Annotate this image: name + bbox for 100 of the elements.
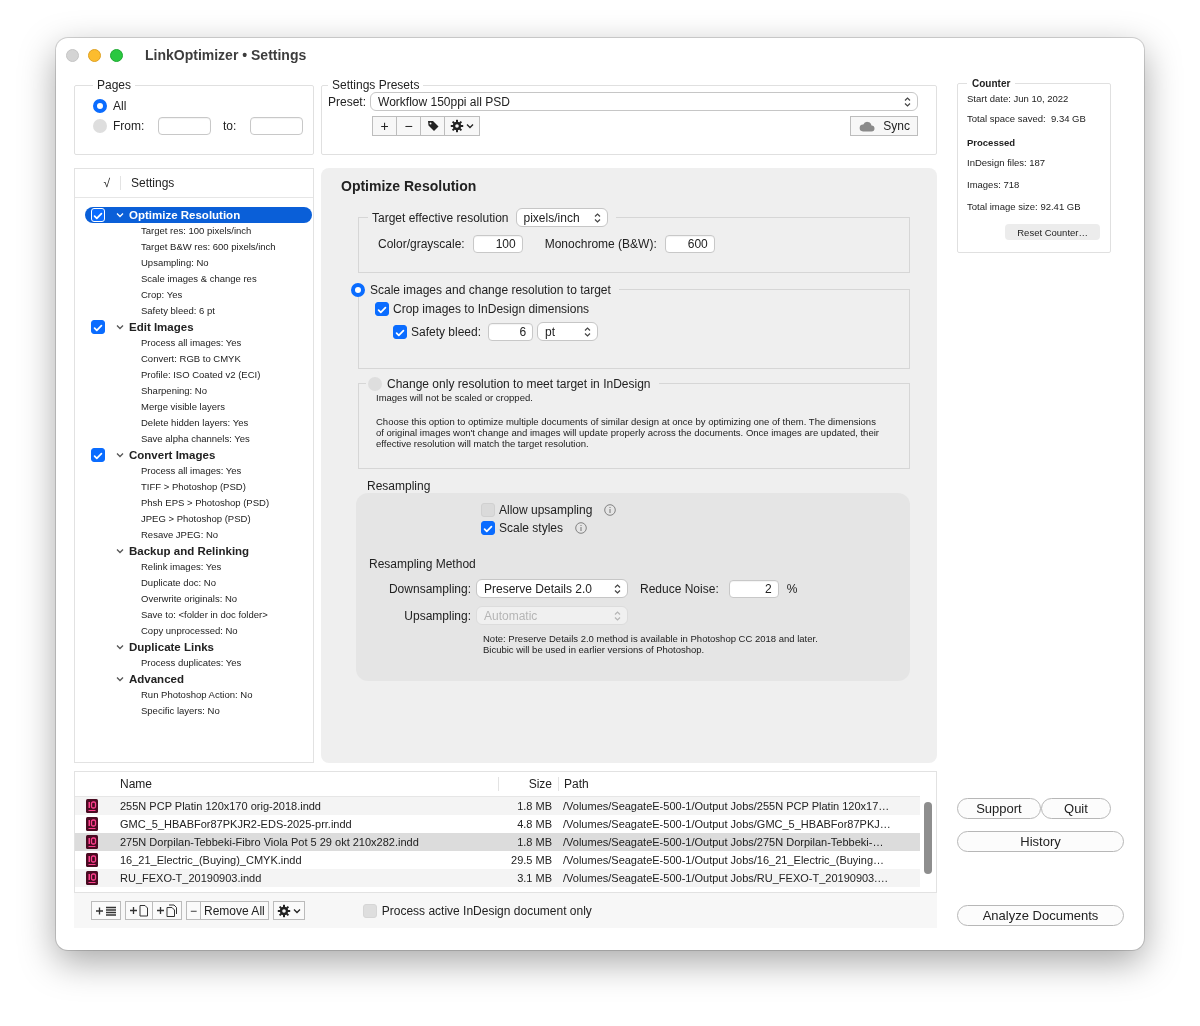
document-icon: [86, 799, 98, 813]
analyze-documents-button[interactable]: Analyze Documents: [957, 905, 1124, 926]
mono-res-field[interactable]: 600: [664, 235, 715, 254]
table-cell-text: /Volumes/SeagateE-500-1/Output Jobs/275N Dorpilan-Tebbeki-…: [562, 836, 885, 848]
group-title: Target effective resolution: [372, 210, 509, 225]
plus-list-icon: [95, 904, 117, 917]
checkbox[interactable]: [91, 448, 105, 462]
column-header[interactable]: Path: [558, 777, 920, 791]
reset-counter-button[interactable]: Reset Counter…: [1005, 224, 1100, 240]
page-to-field[interactable]: [250, 117, 303, 135]
field-label: Color/grayscale:: [378, 237, 465, 252]
field-label: Upsampling:: [403, 608, 472, 623]
radio-button[interactable]: [93, 119, 107, 133]
tree-row[interactable]: Optimize Resolution: [85, 207, 312, 223]
downsampling-dropdown[interactable]: Preserve Details 2.0: [476, 579, 628, 599]
tree-item: JPEG > Photoshop (PSD): [140, 512, 252, 526]
support-button[interactable]: Support: [957, 798, 1041, 819]
settings-menu-button[interactable]: [272, 901, 305, 920]
scrollbar-thumb[interactable]: [924, 802, 932, 874]
add-list-button[interactable]: [91, 901, 121, 920]
color-res-field[interactable]: 100: [472, 235, 523, 254]
settings-menu-button[interactable]: [444, 116, 480, 136]
table-cell-text: 3.1 MB: [516, 872, 553, 884]
table-row[interactable]: 16_21_Electric_(Buying)_CMYK.indd 29.5 MB /Volumes/SeagateE-500-1/Output Jobs/16_21_Electric_(Buying…: [75, 851, 920, 869]
updown-icon: [583, 325, 593, 338]
tree-row[interactable]: Convert Images: [85, 447, 312, 463]
cloud-icon: [859, 120, 876, 132]
checkbox[interactable]: [481, 520, 495, 535]
document-icon: [86, 835, 98, 849]
tree-row[interactable]: Duplicate Links: [85, 639, 312, 655]
table-row[interactable]: RU_FEXO-T_20190903.indd 3.1 MB /Volumes/SeagateE-500-1/Output Jobs/RU_FEXO-T_20190903.…: [75, 869, 920, 887]
tag-button[interactable]: [420, 116, 445, 136]
history-button[interactable]: History: [957, 831, 1124, 852]
tree-item: Target res: 100 pixels/inch: [140, 224, 253, 238]
table-cell-text: 4.8 MB: [516, 818, 553, 830]
tree-item: Duplicate doc: No: [140, 576, 217, 590]
table-cell-text: /Volumes/SeagateE-500-1/Output Jobs/16_21_Electric_(Buying…: [562, 854, 886, 866]
preset-dropdown[interactable]: Workflow 150ppi all PSD: [370, 92, 918, 111]
bleed-field[interactable]: 6: [488, 322, 534, 341]
add-files-button[interactable]: [152, 901, 182, 920]
info-icon: [604, 503, 617, 516]
table-cell-text: 1.8 MB: [516, 836, 553, 848]
chevron-icon[interactable]: [115, 210, 125, 220]
unit-label: %: [786, 581, 798, 596]
tree-item: Convert: RGB to CMYK: [140, 352, 242, 366]
tree-row[interactable]: Backup and Relinking: [85, 543, 312, 559]
checkbox[interactable]: [91, 320, 105, 334]
unit-dropdown[interactable]: pixels/inch: [515, 208, 608, 227]
radio-button[interactable]: [93, 99, 107, 113]
tree-item: Specific layers: No: [140, 704, 221, 718]
field-label: Downsampling:: [387, 581, 472, 596]
checkbox[interactable]: [375, 301, 389, 316]
add-file-button[interactable]: [125, 901, 153, 920]
chevron-icon[interactable]: [115, 546, 125, 556]
info-icon: [575, 521, 588, 534]
checkbox[interactable]: [393, 324, 407, 339]
updown-icon: [613, 582, 622, 595]
tree-item: Run Photoshop Action: No: [140, 688, 254, 702]
table-row[interactable]: 255N PCP Platin 120x170 orig-2018.indd 1.8 MB /Volumes/SeagateE-500-1/Output Jobs/255N PCP Platin 120x17…: [75, 797, 920, 815]
chevron-icon[interactable]: [115, 322, 125, 332]
tree-row[interactable]: Edit Images: [85, 319, 312, 335]
description-text: Choose this option to optimize multiple documents of similar design at once by optimizing one of them. The dimensions of original images won't change and images will update properly across the documents. Once images are updated, their effective resolution will match the target resolution.: [376, 415, 880, 449]
plus-document-icon: [129, 904, 149, 917]
table-row[interactable]: 275N Dorpilan-Tebbeki-Fibro Viola Pot 5 29 okt 210x282.indd 1.8 MB /Volumes/SeagateE-500-1/Output Jobs/275N Dorpilan-Tebbeki-…: [75, 833, 920, 851]
table-cell-text: 1.8 MB: [516, 800, 553, 812]
field-label: Reduce Noise:: [640, 581, 719, 596]
column-header[interactable]: Size: [498, 777, 558, 791]
table-cell-text: GMC_5_HBABFor87PKJR2-EDS-2025-prr.indd: [119, 818, 353, 830]
counter-text: Images: 718: [967, 178, 1021, 192]
column-header: Settings: [131, 176, 175, 190]
zoom-button[interactable]: [110, 48, 123, 62]
table-row[interactable]: GMC_5_HBABFor87PKJR2-EDS-2025-prr.indd 4.8 MB /Volumes/SeagateE-500-1/Output Jobs/GMC_5_HBABFor87PKJ…: [75, 815, 920, 833]
unit-dropdown[interactable]: pt: [537, 322, 599, 342]
panel-title: Optimize Resolution: [341, 178, 478, 196]
table-cell-text: 275N Dorpilan-Tebbeki-Fibro Viola Pot 5 29 okt 210x282.indd: [119, 836, 420, 848]
updown-icon: [613, 609, 622, 622]
page-from-field[interactable]: [158, 117, 211, 135]
quit-button[interactable]: Quit: [1040, 798, 1111, 819]
group-title: Settings Presets: [331, 78, 421, 92]
tree-item: Process duplicates: Yes: [140, 656, 243, 670]
table-cell-text: RU_FEXO-T_20190903.indd: [119, 872, 263, 884]
sync-button[interactable]: Sync: [850, 116, 918, 136]
noise-field[interactable]: 2: [728, 579, 779, 598]
tree-item: Phsh EPS > Photoshop (PSD): [140, 496, 271, 510]
chevron-icon[interactable]: [115, 450, 125, 460]
radio-button[interactable]: [351, 282, 365, 297]
tree-item: Relink images: Yes: [140, 560, 223, 574]
tree-item: Process all images: Yes: [140, 336, 243, 350]
add-button[interactable]: +: [372, 116, 397, 136]
tree-item: Resave JPEG: No: [140, 528, 220, 542]
group-title: Pages: [96, 78, 133, 92]
tree-row[interactable]: Advanced: [85, 671, 312, 687]
gear-icon: [450, 119, 474, 133]
remove-all-button[interactable]: Remove All: [200, 901, 269, 920]
checkbox-label: Scale styles: [499, 520, 564, 535]
remove-button[interactable]: −: [396, 116, 421, 136]
chevron-icon[interactable]: [115, 674, 125, 684]
chevron-icon[interactable]: [115, 642, 125, 652]
column-header[interactable]: Name: [109, 777, 498, 791]
gear-icon: [276, 903, 301, 918]
